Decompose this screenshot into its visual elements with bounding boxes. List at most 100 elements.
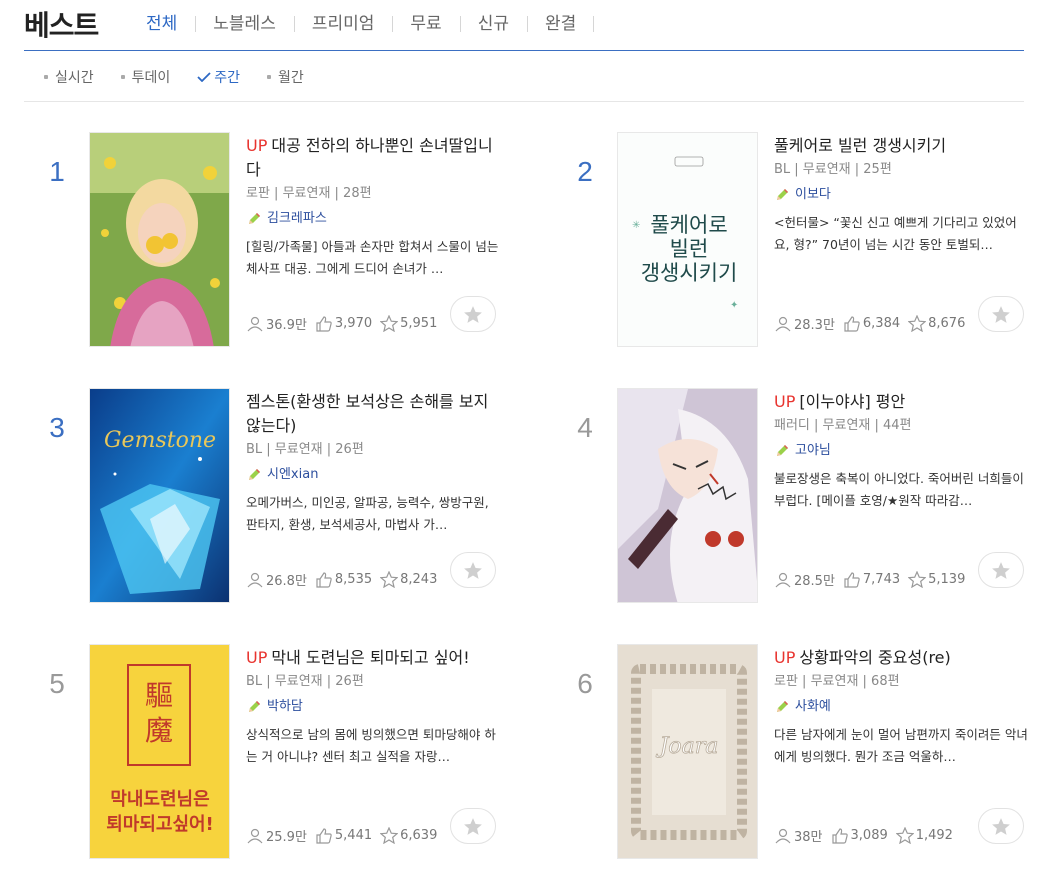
page-title: 베스트 [24,9,99,42]
person-icon [775,828,791,843]
favorite-button[interactable] [450,296,496,332]
favorite-button[interactable] [450,808,496,844]
author-name: 사화예 [795,699,831,714]
rank-number: 2 [577,156,593,187]
novel-title-text: 상황파악의 중요성(re) [799,648,951,667]
novel-title[interactable]: UP 대공 전하의 하나뿐인 손녀딸입니다 [246,134,502,182]
novel-title[interactable]: 풀케어로 빌런 갱생시키기 [774,134,1030,158]
pencil-icon [249,469,260,480]
author-link[interactable]: 고야님 [774,442,1030,460]
views-count: 36.9만 [266,318,307,333]
cover-image[interactable] [617,388,758,603]
svg-text:퇴마되고싶어!: 퇴마되고싶어! [106,814,214,835]
subtab-today[interactable]: 투데이 [120,67,170,87]
author-link[interactable]: 김크레파스 [246,210,502,228]
tab-premium[interactable]: 프리미엄 [293,12,393,36]
stars-count: 1,492 [915,828,953,843]
cover-image[interactable] [89,132,230,347]
novel-title-text: 풀케어로 빌런 갱생시키기 [774,136,947,155]
likes-count: 3,089 [850,828,888,843]
novel-card[interactable]: 6 Joara UP 상황파악의 중요성(re) 로판 | 무료연재 | 68편 … [552,644,1030,860]
stars-count: 8,676 [928,316,966,331]
author-link[interactable]: 이보다 [774,186,1030,204]
rank-number: 6 [577,668,593,699]
novel-description: 다른 남자에게 눈이 멀어 남편까지 죽이려든 악녀에게 빙의했다. 뭔가 조금… [774,727,1028,764]
tab-completed[interactable]: 완결 [526,12,595,36]
tab-all[interactable]: 전체 [128,12,195,36]
stars-count: 6,639 [400,828,438,843]
novel-info: UP 막내 도련님은 퇴마되고 싶어! BL | 무료연재 | 26편 박하담 상… [246,646,502,845]
person-icon [775,316,791,331]
subtab-monthly[interactable]: 월간 [267,67,304,87]
stars-count: 8,243 [400,572,438,587]
subtab-label: 월간 [278,69,304,86]
novel-info: 풀케어로 빌런 갱생시키기 BL | 무료연재 | 25편 이보다 <헌터물> … [774,134,1030,333]
cover-image[interactable]: Joara [617,644,758,859]
period-tabs: 실시간 투데이 주간 월간 [24,52,1024,102]
tab-new[interactable]: 신규 [459,12,527,36]
novel-info: UP [이누야샤] 평안 패러디 | 무료연재 | 44편 고야님 불로장생은 축… [774,390,1030,589]
likes-stat: 7,743 [843,571,900,588]
novel-meta: BL | 무료연재 | 25편 [774,162,892,177]
svg-text:빌런: 빌런 [670,237,709,261]
tab-free[interactable]: 무료 [392,12,459,36]
novel-stats: 26.8만 8,535 8,243 [246,552,502,589]
subtab-weekly[interactable]: 주간 [197,67,240,87]
author-link[interactable]: 사화예 [774,698,1030,716]
novel-stats: 36.9만 3,970 5,951 [246,296,502,333]
star-outline-icon [908,315,927,332]
novel-title[interactable]: UP [이누야샤] 평안 [774,390,1030,414]
rank-number: 3 [49,412,65,443]
up-badge: UP [246,648,268,667]
likes-count: 3,970 [334,316,373,331]
novel-title[interactable]: UP 상황파악의 중요성(re) [774,646,1030,670]
novel-title[interactable]: 젬스톤(환생한 보석상은 손해를 보지 않는다) [246,390,502,438]
star-outline-icon [895,827,914,844]
svg-text:막내도련님은: 막내도련님은 [110,789,209,810]
person-icon [247,828,263,843]
novel-card[interactable]: 1 UP 대공 전하의 하나뿐인 손녀딸입니다 로판 | 무료연재 | 28편 김… [24,132,502,348]
novel-title[interactable]: UP 막내 도련님은 퇴마되고 싶어! [246,646,502,670]
star-icon [464,561,482,579]
svg-text:✳: ✳ [632,220,640,231]
star-icon [992,817,1010,835]
novel-description: [힐링/가족물] 아들과 손자만 합쳐서 스물이 넘는 체사프 대공. 그에게 … [246,239,499,276]
stars-stat: 8,676 [908,315,965,332]
novel-meta: BL | 무료연재 | 26편 [246,674,364,689]
novel-meta: 패러디 | 무료연재 | 44편 [774,418,912,433]
svg-text:✦: ✦ [730,300,738,311]
tab-noblesse[interactable]: 노블레스 [195,12,294,36]
author-name: 시엔xian [267,467,319,482]
author-link[interactable]: 시엔xian [246,466,502,484]
novel-stats: 28.5만 7,743 5,139 [774,552,1030,589]
novel-card[interactable]: 4 UP [이누야샤] 평안 패러디 | 무료연재 | 44편 고야님 불로장생은… [552,388,1030,604]
favorite-button[interactable] [978,296,1024,332]
novel-description: 오메가버스, 미인공, 알파공, 능력수, 쌍방구원, 판타지, 환생, 보석세… [246,495,489,532]
likes-count: 6,384 [862,316,901,331]
novel-card[interactable]: 2 풀케어로 빌런 갱생시키기 ✳ ✦ 풀케어로 빌런 갱생시키기 BL | 무… [552,132,1030,348]
author-name: 이보다 [795,187,831,202]
bullet-icon [44,74,48,79]
rank-number: 4 [577,412,593,443]
novel-stats: 25.9만 5,441 6,639 [246,808,502,845]
pencil-icon [249,213,260,224]
novel-card[interactable]: 5 驅 魔 막내도련님은 퇴마되고싶어! UP 막내 도련님은 퇴마되고 싶어! … [24,644,502,860]
cover-image[interactable]: Gemstone [89,388,230,603]
svg-text:갱생시키기: 갱생시키기 [641,261,738,285]
cover-image[interactable]: 풀케어로 빌런 갱생시키기 ✳ ✦ [617,132,758,347]
novel-card[interactable]: 3 Gemstone 젬스톤(환생한 보석상은 손해를 보지 않는다) BL |… [24,388,502,604]
stars-count: 5,139 [928,572,966,587]
likes-stat: 8,535 [315,571,372,588]
favorite-button[interactable] [978,808,1024,844]
cover-image[interactable]: 驅 魔 막내도련님은 퇴마되고싶어! [89,644,230,859]
subtab-realtime[interactable]: 실시간 [44,67,94,87]
person-icon [247,572,263,587]
author-link[interactable]: 박하담 [246,698,502,716]
likes-count: 5,441 [334,828,373,843]
favorite-button[interactable] [978,552,1024,588]
novel-meta: 로판 | 무료연재 | 28편 [246,186,372,201]
svg-text:풀케어로: 풀케어로 [650,213,727,237]
views-stat: 38만 [774,826,823,845]
favorite-button[interactable] [450,552,496,588]
likes-stat: 3,089 [831,827,888,844]
